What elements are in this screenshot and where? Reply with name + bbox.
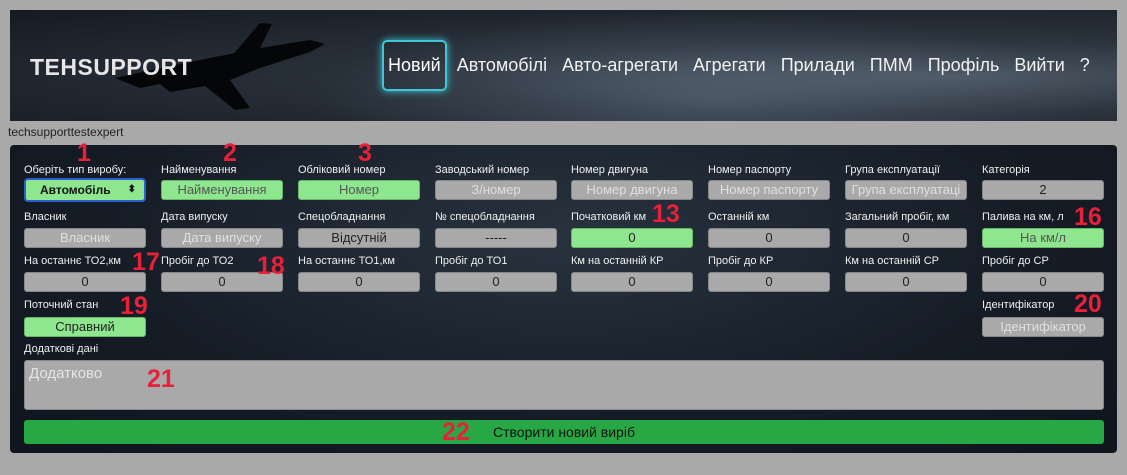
total-run-label: Загальний пробіг, км [845, 211, 950, 223]
sr-run-input[interactable]: 0 [982, 272, 1104, 292]
sr-last-input[interactable]: 0 [845, 272, 967, 292]
engine-number-label: Номер двигуна [571, 164, 649, 176]
identifier-input[interactable]: Ідентифікатор [982, 317, 1104, 337]
sr-last-label: Км на останній СР [845, 255, 939, 267]
fuel-per-km-label: Палива на км, л [982, 211, 1064, 223]
category-label: Категорія [982, 164, 1030, 176]
annotation-19: 19 [120, 292, 148, 320]
passport-number-label: Номер паспорту [708, 164, 792, 176]
start-km-label: Початковий км [571, 211, 647, 223]
to1-last-label: На останнє ТО1,км [298, 255, 395, 267]
exploitation-group-input[interactable]: Група експлуатаці [845, 180, 967, 200]
current-state-label: Поточний стан [24, 299, 99, 311]
release-date-label: Дата випуску [161, 211, 228, 223]
special-equipment-number-label: № спецобладнання [435, 211, 535, 223]
release-date-input[interactable]: Дата випуску [161, 228, 283, 248]
last-km-input[interactable]: 0 [708, 228, 830, 248]
nav-logout[interactable]: Вийти [1014, 55, 1064, 76]
identifier-label: Ідентифікатор [982, 299, 1055, 311]
passport-number-input[interactable]: Номер паспорту [708, 180, 830, 200]
type-label: Оберіть тип виробу: [24, 164, 127, 176]
total-run-input[interactable]: 0 [845, 228, 967, 248]
special-equipment-number-input[interactable]: ----- [435, 228, 557, 248]
annotation-16: 16 [1074, 203, 1102, 231]
last-km-label: Останній км [708, 211, 770, 223]
special-equipment-input[interactable]: Відсутній [298, 228, 420, 248]
nav-cars[interactable]: Автомобілі [457, 55, 547, 76]
nav-pmm[interactable]: ПММ [870, 55, 913, 76]
type-select-value: Автомобіль [40, 183, 111, 197]
annotation-3: 3 [358, 139, 372, 167]
name-input[interactable]: Найменування [161, 180, 283, 200]
annotation-2: 2 [223, 139, 237, 167]
extra-data-label: Додаткові дані [24, 343, 99, 355]
create-item-button[interactable]: Створити новий виріб [24, 420, 1104, 444]
kr-last-input[interactable]: 0 [571, 272, 693, 292]
to2-last-input[interactable]: 0 [24, 272, 146, 292]
chevron-updown-icon: ⬍ [127, 184, 136, 195]
annotation-22: 22 [442, 418, 470, 446]
nav-profile[interactable]: Профіль [928, 55, 1000, 76]
start-km-input[interactable]: 0 [571, 228, 693, 248]
nav-units[interactable]: Агрегати [693, 55, 766, 76]
nav-auto-units[interactable]: Авто-агрегати [562, 55, 678, 76]
kr-run-label: Пробіг до КР [708, 255, 774, 267]
type-select[interactable]: Автомобіль ⬍ [24, 178, 146, 202]
to1-run-input[interactable]: 0 [435, 272, 557, 292]
nav-new[interactable]: Новий [382, 39, 447, 91]
annotation-20: 20 [1074, 290, 1102, 318]
to1-run-label: Пробіг до ТО1 [435, 255, 508, 267]
create-form: Оберіть тип виробу: Найменування Обліков… [10, 145, 1117, 453]
brand-logo[interactable]: TEHSUPPORT [30, 54, 192, 81]
main-nav: Новий Автомобілі Авто-агрегати Агрегати … [382, 39, 1105, 91]
sr-run-label: Пробіг до СР [982, 255, 1049, 267]
username-label: techsupporttestexpert [8, 125, 124, 139]
category-input[interactable]: 2 [982, 180, 1104, 200]
annotation-18: 18 [257, 252, 285, 280]
factory-number-label: Заводський номер [435, 164, 530, 176]
reg-number-label: Обліковий номер [298, 164, 386, 176]
nav-help[interactable]: ? [1080, 55, 1090, 76]
special-equipment-label: Спецобладнання [298, 211, 386, 223]
engine-number-input[interactable]: Номер двигуна [571, 180, 693, 200]
reg-number-input[interactable]: Номер [298, 180, 420, 200]
annotation-17: 17 [132, 248, 160, 276]
to1-last-input[interactable]: 0 [298, 272, 420, 292]
owner-input[interactable]: Власник [24, 228, 146, 248]
annotation-13: 13 [652, 200, 680, 228]
to2-last-label: На останнє ТО2,км [24, 255, 121, 267]
factory-number-input[interactable]: З/номер [435, 180, 557, 200]
nav-devices[interactable]: Прилади [781, 55, 855, 76]
extra-data-textarea[interactable]: Додатково [24, 360, 1104, 410]
exploitation-group-label: Група експлуатації [845, 164, 940, 176]
to2-run-label: Пробіг до ТО2 [161, 255, 234, 267]
kr-run-input[interactable]: 0 [708, 272, 830, 292]
kr-last-label: Км на останній КР [571, 255, 664, 267]
header-banner: TEHSUPPORT Новий Автомобілі Авто-агрегат… [10, 10, 1117, 121]
annotation-1: 1 [77, 139, 91, 167]
annotation-21: 21 [147, 365, 175, 393]
owner-label: Власник [24, 211, 67, 223]
